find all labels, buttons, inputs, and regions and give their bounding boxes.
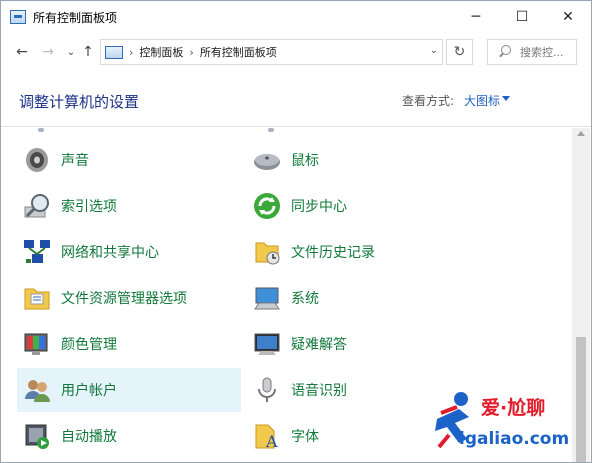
address-dropdown-icon[interactable]: ⌄ xyxy=(430,45,438,56)
troubleshooting-icon xyxy=(251,328,283,360)
item-label: 同步中心 xyxy=(291,199,347,215)
item-label: 自动播放 xyxy=(61,429,117,445)
item-indexing-options[interactable]: 索引选项 xyxy=(17,184,241,228)
item-sound[interactable]: 声音 xyxy=(17,138,241,182)
item-label: 颜色管理 xyxy=(61,337,117,353)
folder-options-icon xyxy=(21,282,53,314)
search-input[interactable]: 搜索控... xyxy=(520,44,564,60)
scroll-up-arrow-icon[interactable] xyxy=(577,131,585,136)
breadcrumb-separator: › xyxy=(129,45,134,59)
control-panel-icon xyxy=(10,10,26,24)
page-title: 调整计算机的设置 xyxy=(19,93,140,111)
recent-locations-button[interactable]: ⌄ xyxy=(62,43,80,61)
minimize-button[interactable]: ─ xyxy=(453,1,499,33)
watermark-logo: 爱·尬聊 igaliao.com xyxy=(429,389,589,459)
item-label: 用户帐户 xyxy=(61,383,117,399)
item-label: 索引选项 xyxy=(61,199,117,215)
item-sync-center[interactable]: 同步中心 xyxy=(247,184,471,228)
search-icon xyxy=(498,45,512,59)
close-button[interactable]: ✕ xyxy=(545,1,591,33)
partial-item-icon xyxy=(268,128,274,132)
search-box[interactable]: 搜索控... xyxy=(487,39,577,65)
view-by-label: 查看方式: xyxy=(402,94,455,108)
refresh-button[interactable]: ↻ xyxy=(446,39,473,65)
user-accounts-icon xyxy=(21,374,53,406)
svg-text:A: A xyxy=(265,432,278,451)
microphone-icon xyxy=(251,374,283,406)
item-file-history[interactable]: 文件历史记录 xyxy=(247,230,471,274)
forward-button[interactable]: → xyxy=(39,43,57,61)
up-button[interactable]: ↑ xyxy=(79,43,97,61)
breadcrumb-all-items[interactable]: 所有控制面板项 xyxy=(200,44,277,60)
index-search-icon xyxy=(21,190,53,222)
partial-item-icon xyxy=(38,128,44,132)
item-network-sharing[interactable]: 网络和共享中心 xyxy=(17,230,241,274)
watermark-domain: igaliao.com xyxy=(459,429,570,449)
autoplay-icon xyxy=(21,420,53,452)
control-panel-icon xyxy=(105,45,123,59)
item-label: 系统 xyxy=(291,291,319,307)
file-history-icon xyxy=(251,236,283,268)
navigation-bar: ← → ⌄ ↑ › 控制面板 › 所有控制面板项 ⌄ ↻ 搜索控... xyxy=(1,34,591,70)
item-label: 网络和共享中心 xyxy=(61,245,159,261)
item-label: 语音识别 xyxy=(291,383,347,399)
address-bar[interactable]: › 控制面板 › 所有控制面板项 ⌄ xyxy=(100,39,443,65)
title-bar: 所有控制面板项 ─ ☐ ✕ xyxy=(1,1,591,33)
item-system[interactable]: 系统 xyxy=(247,276,471,320)
breadcrumb-control-panel[interactable]: 控制面板 xyxy=(139,44,183,60)
maximize-button[interactable]: ☐ xyxy=(499,1,545,33)
control-panel-window: 所有控制面板项 ─ ☐ ✕ ← → ⌄ ↑ › 控制面板 › 所有控制面板项 ⌄… xyxy=(0,0,592,463)
mouse-icon xyxy=(251,144,283,176)
item-explorer-options[interactable]: 文件资源管理器选项 xyxy=(17,276,241,320)
color-management-icon xyxy=(21,328,53,360)
item-user-accounts[interactable]: 用户帐户 xyxy=(17,368,241,412)
window-title: 所有控制面板项 xyxy=(33,10,118,25)
item-label: 声音 xyxy=(61,153,89,169)
content-header: 调整计算机的设置 查看方式: 大图标 xyxy=(1,71,591,127)
network-icon xyxy=(21,236,53,268)
item-autoplay[interactable]: 自动播放 xyxy=(17,414,241,458)
item-mouse[interactable]: 鼠标 xyxy=(247,138,471,182)
system-icon xyxy=(251,282,283,314)
watermark-brand: 爱·尬聊 xyxy=(481,397,546,419)
item-label: 字体 xyxy=(291,429,319,445)
item-color-management[interactable]: 颜色管理 xyxy=(17,322,241,366)
view-by-dropdown[interactable]: 大图标 xyxy=(464,92,500,109)
back-button[interactable]: ← xyxy=(13,43,31,61)
scrolled-items-edge xyxy=(1,128,573,134)
item-label: 文件历史记录 xyxy=(291,245,375,261)
breadcrumb-separator: › xyxy=(189,45,194,59)
sync-center-icon xyxy=(251,190,283,222)
item-label: 疑难解答 xyxy=(291,337,347,353)
caption-buttons: ─ ☐ ✕ xyxy=(453,1,591,33)
fonts-icon: A xyxy=(251,420,283,452)
speaker-icon xyxy=(21,144,53,176)
item-troubleshooting[interactable]: 疑难解答 xyxy=(247,322,471,366)
chevron-down-icon[interactable] xyxy=(502,96,510,101)
item-label: 文件资源管理器选项 xyxy=(61,291,187,307)
item-label: 鼠标 xyxy=(291,153,319,169)
